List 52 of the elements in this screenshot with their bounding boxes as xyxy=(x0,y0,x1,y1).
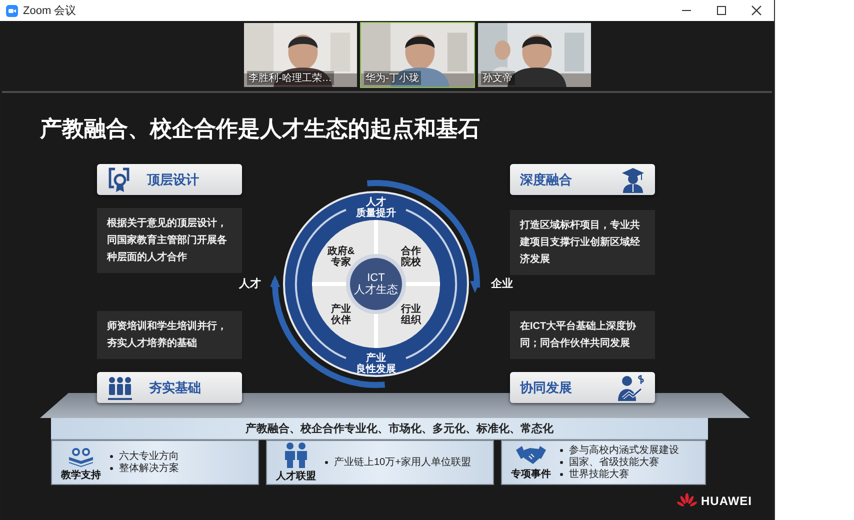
pillar-heading: 顶层设计 xyxy=(147,170,199,188)
pillar-description: 打造区域标杆项目，专业共建项目支撑行业创新区域经济发展 xyxy=(510,210,655,275)
quadrant-label: 行业 组织 xyxy=(401,304,421,326)
flow-label: 人才 xyxy=(239,276,261,291)
pillar-description: 根据关于意见的顶层设计，同国家教育主管部门开展各种层面的人才合作 xyxy=(97,208,242,273)
pillar-heading: 深度融合 xyxy=(520,170,572,188)
pillar-heading: 协同发展 xyxy=(520,378,572,396)
platform-banner: 产教融合、校企合作专业化、市场化、多元化、标准化、常态化 xyxy=(51,418,708,440)
bullet-text: 参与高校内涵式发展建设 xyxy=(569,444,679,456)
app-icon xyxy=(6,4,18,16)
video-tile[interactable]: 孙文帝 xyxy=(476,22,592,88)
card-caption: 人才联盟 xyxy=(276,470,316,483)
quadrant-label: 政府& 专家 xyxy=(327,246,355,268)
bullet-icon xyxy=(560,461,563,464)
quadrant-label: 产业 伙伴 xyxy=(331,304,351,326)
card-caption: 教学支持 xyxy=(61,468,101,482)
participant-name: 华为-丁小珑 xyxy=(364,71,421,85)
pillar-heading: 夯实基础 xyxy=(149,378,201,396)
bullet-text: 整体解决方案 xyxy=(119,462,179,474)
two-people-icon xyxy=(283,442,309,468)
bullet-icon xyxy=(110,455,113,458)
window-title: Zoom 会议 xyxy=(23,4,78,18)
flow-label: 企业 xyxy=(491,276,513,291)
ring-label: 产业 良性发展 xyxy=(356,352,396,374)
quadrant-label: 合作 院校 xyxy=(401,246,421,268)
bullet-text: 产业链上10万+家用人单位联盟 xyxy=(334,456,471,468)
video-tile[interactable]: 李胜利-哈理工荣… xyxy=(242,22,358,88)
bullet-icon xyxy=(325,461,328,464)
bullet-text: 六大专业方向 xyxy=(119,450,179,462)
bullet-icon xyxy=(560,473,563,476)
handshake-icon xyxy=(516,444,546,466)
participant-name: 孙文帝 xyxy=(480,71,514,85)
brand-name: HUAWEI xyxy=(701,494,752,508)
center-label: ICT 人才生态 xyxy=(354,272,398,296)
slide-title: 产教融合、校企合作是人才生态的起点和基石 xyxy=(40,115,481,143)
graduate-icon xyxy=(621,166,645,192)
bullet-text: 国家、省级技能大赛 xyxy=(569,456,659,468)
pillar-description: 在ICT大平台基础上深度协同；同合作伙伴共同发展 xyxy=(510,311,655,359)
person-growth-icon xyxy=(617,374,645,402)
maximize-icon[interactable] xyxy=(716,5,727,16)
bullet-text: 世界技能大赛 xyxy=(569,468,629,480)
bullet-icon xyxy=(560,449,563,452)
certificate-icon xyxy=(107,166,131,192)
flower-logo-icon xyxy=(677,493,697,509)
participant-name: 李胜利-哈理工荣… xyxy=(246,71,334,85)
close-icon[interactable] xyxy=(751,5,762,16)
ring-label: 人才 质量提升 xyxy=(356,196,396,218)
bullet-icon xyxy=(110,467,113,470)
pillar-description: 师资培训和学生培训并行，夯实人才培养的基础 xyxy=(97,311,242,359)
video-tile[interactable]: 华为-丁小珑 xyxy=(360,22,474,88)
people-group-icon xyxy=(107,376,133,400)
card-caption: 专项事件 xyxy=(511,468,551,481)
